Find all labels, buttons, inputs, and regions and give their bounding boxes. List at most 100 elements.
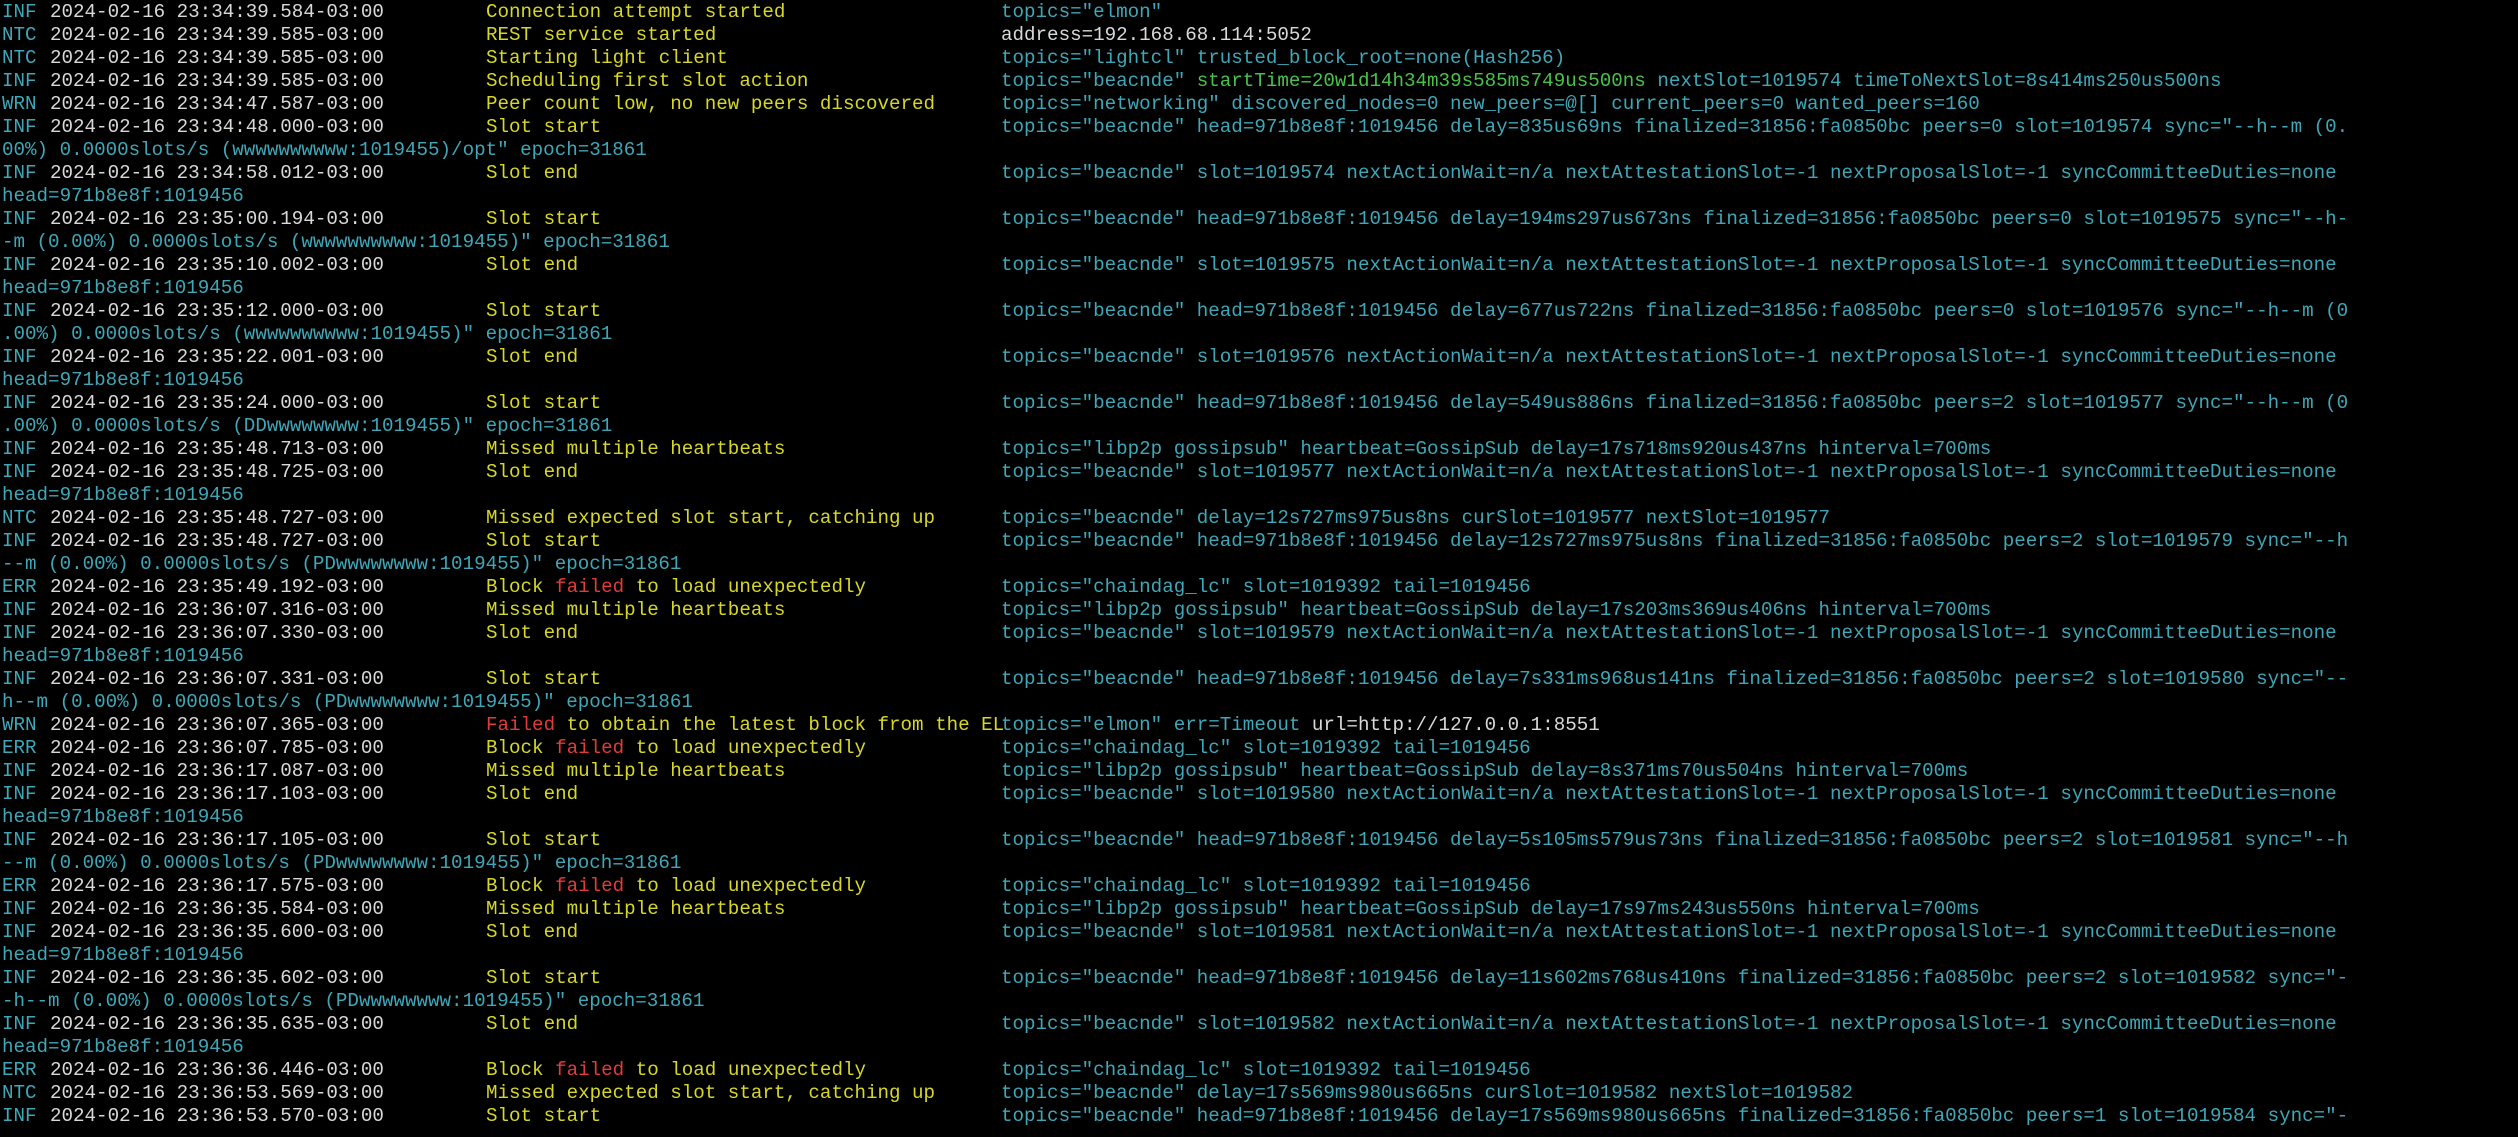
log-field-segment: topics="beacnde" head=971b8e8f:1019456 d… [1001,392,2349,414]
log-message: Block failed to load unexpectedly [486,737,866,760]
log-fields: topics="libp2p gossipsub" heartbeat=Goss… [1001,898,1980,921]
log-line: INF 2024-02-16 23:35:22.001-03:00 Slot end… [2,346,2518,369]
log-message-segment: Slot start [486,1105,602,1127]
log-line: INF 2024-02-16 23:36:07.331-03:00 Slot sta… [2,668,2518,691]
log-field-segment: topics="networking" discovered_nodes=0 n… [1001,93,1980,115]
log-level: INF [2,1105,37,1127]
log-wrapped-text: head=971b8e8f:1019456 [2,944,244,966]
log-line: WRN 2024-02-16 23:36:07.365-03:00 Failed t… [2,714,2518,737]
log-line: INF 2024-02-16 23:35:48.727-03:00 Slot sta… [2,530,2518,553]
log-message-segment: Slot start [486,668,602,690]
log-fields: topics="beacnde" head=971b8e8f:1019456 d… [1001,530,2348,553]
log-line-wrap: .00%) 0.0000slots/s (DDwwwwwwww:1019455)… [2,415,2518,438]
log-message-segment: Slot end [486,622,579,644]
log-message-segment: multiple heartbeats [555,760,786,782]
log-field-segment: topics="lightcl" trusted_block_root=none… [1001,47,1566,69]
log-timestamp: 2024-02-16 23:36:35.600-03:00 [50,921,384,943]
log-message-segment: Slot start [486,829,602,851]
log-fields: topics="beacnde" head=971b8e8f:1019456 d… [1001,829,2348,852]
log-field-segment: topics="beacnde" head=971b8e8f:1019456 d… [1001,1105,2349,1127]
log-timestamp: 2024-02-16 23:36:07.785-03:00 [50,737,384,759]
log-level: INF [2,530,37,552]
log-line: ERR 2024-02-16 23:36:36.446-03:00 Block fa… [2,1059,2518,1082]
log-fields: topics="chaindag_lc" slot=1019392 tail=1… [1001,576,1531,599]
log-message-segment: Connection attempt started [486,1,786,23]
log-line: NTC 2024-02-16 23:34:39.585-03:00 REST ser… [2,24,2518,47]
log-message-segment: failed [555,1059,625,1081]
log-message-segment: expected slot start, catching up [555,1082,936,1104]
log-timestamp: 2024-02-16 23:35:22.001-03:00 [50,346,384,368]
log-line: INF 2024-02-16 23:36:17.103-03:00 Slot end… [2,783,2518,806]
log-message-segment: Missed [486,1082,556,1104]
log-line-wrap: h--m (0.00%) 0.0000slots/s (PDwwwwwwww:1… [2,691,2518,714]
log-message: Missed multiple heartbeats [486,760,785,783]
log-field-segment: topics="elmon" [1001,1,1163,23]
log-message: Slot start [486,668,601,691]
log-message-segment: Starting light client [486,47,728,69]
log-timestamp: 2024-02-16 23:36:17.087-03:00 [50,760,384,782]
log-fields: topics="beacnde" delay=17s569ms980us665n… [1001,1082,1853,1105]
log-line: NTC 2024-02-16 23:34:39.585-03:00 Starting… [2,47,2518,70]
log-message: Slot start [486,967,601,990]
log-fields: topics="beacnde" slot=1019575 nextAction… [1001,254,2337,277]
log-field-segment: topics="beacnde" head=971b8e8f:1019456 d… [1001,967,2349,989]
log-message: Missed expected slot start, catching up [486,1082,935,1105]
log-line: INF 2024-02-16 23:36:35.600-03:00 Slot end… [2,921,2518,944]
log-message: Connection attempt started [486,1,785,24]
log-message-segment: expected slot start, catching up [555,507,936,529]
log-level: INF [2,116,37,138]
log-timestamp: 2024-02-16 23:36:07.316-03:00 [50,599,384,621]
log-field-segment: topics="beacnde" delay=17s569ms980us665n… [1001,1082,1854,1104]
log-field-segment: topics="chaindag_lc" slot=1019392 tail=1… [1001,1059,1531,1081]
log-fields: topics="beacnde" slot=1019580 nextAction… [1001,783,2337,806]
log-level: INF [2,346,37,368]
log-timestamp: 2024-02-16 23:36:17.105-03:00 [50,829,384,851]
log-field-segment: nextSlot=1019574 timeToNextSlot=8s414ms2… [1645,70,2222,92]
log-fields: topics="chaindag_lc" slot=1019392 tail=1… [1001,1059,1531,1082]
log-fields: topics="libp2p gossipsub" heartbeat=Goss… [1001,599,1991,622]
log-level: WRN [2,714,37,736]
log-message: Slot start [486,116,601,139]
log-field-segment: topics="beacnde" head=971b8e8f:1019456 d… [1001,668,2349,690]
log-field-segment: topics="chaindag_lc" slot=1019392 tail=1… [1001,576,1531,598]
log-level: NTC [2,47,37,69]
log-message-segment: Missed [486,760,556,782]
log-level: INF [2,162,37,184]
log-fields: topics="beacnde" slot=1019574 nextAction… [1001,162,2337,185]
log-level: WRN [2,93,37,115]
log-message: Slot start [486,392,601,415]
log-field-segment: topics="beacnde" slot=1019582 nextAction… [1001,1013,2337,1035]
log-line-wrap: 00%) 0.0000slots/s (wwwwwwwwww:1019455)/… [2,139,2518,162]
log-fields: topics="beacnde" slot=1019577 nextAction… [1001,461,2337,484]
terminal-output[interactable]: INF 2024-02-16 23:34:39.584-03:00 Connecti… [0,0,2518,1137]
log-timestamp: 2024-02-16 23:35:48.727-03:00 [50,507,384,529]
log-message: Slot start [486,300,601,323]
log-message-segment: Slot end [486,783,579,805]
log-line: INF 2024-02-16 23:34:58.012-03:00 Slot end… [2,162,2518,185]
log-timestamp: 2024-02-16 23:34:39.584-03:00 [50,1,384,23]
log-field-segment: topics="beacnde" [1001,70,1197,92]
log-message: Failed to obtain the latest block from t… [486,714,1004,737]
log-timestamp: 2024-02-16 23:36:53.569-03:00 [50,1082,384,1104]
log-level: ERR [2,875,37,897]
log-message-segment: multiple heartbeats [555,898,786,920]
log-message-segment: REST service started [486,24,717,46]
log-field-segment: topics="elmon" err=Timeout [1001,714,1312,736]
log-message-segment: Missed [486,438,556,460]
log-field-segment: topics="beacnde" slot=1019576 nextAction… [1001,346,2337,368]
log-line-wrap: .00%) 0.0000slots/s (wwwwwwwwww:1019455)… [2,323,2518,346]
log-message-segment: Slot end [486,162,579,184]
log-message: Slot end [486,162,578,185]
log-wrapped-text: -h--m (0.00%) 0.0000slots/s (PDwwwwwwww:… [2,990,705,1012]
log-fields: topics="beacnde" slot=1019582 nextAction… [1001,1013,2337,1036]
log-line: INF 2024-02-16 23:35:10.002-03:00 Slot end… [2,254,2518,277]
log-message-segment: Slot start [486,300,602,322]
log-field-segment: topics="beacnde" slot=1019574 nextAction… [1001,162,2337,184]
log-level: INF [2,783,37,805]
log-timestamp: 2024-02-16 23:36:17.103-03:00 [50,783,384,805]
log-wrapped-text: head=971b8e8f:1019456 [2,645,244,667]
log-level: INF [2,300,37,322]
log-fields: topics="beacnde" slot=1019579 nextAction… [1001,622,2337,645]
log-fields: topics="beacnde" head=971b8e8f:1019456 d… [1001,967,2348,990]
log-message-segment: Missed [486,507,556,529]
